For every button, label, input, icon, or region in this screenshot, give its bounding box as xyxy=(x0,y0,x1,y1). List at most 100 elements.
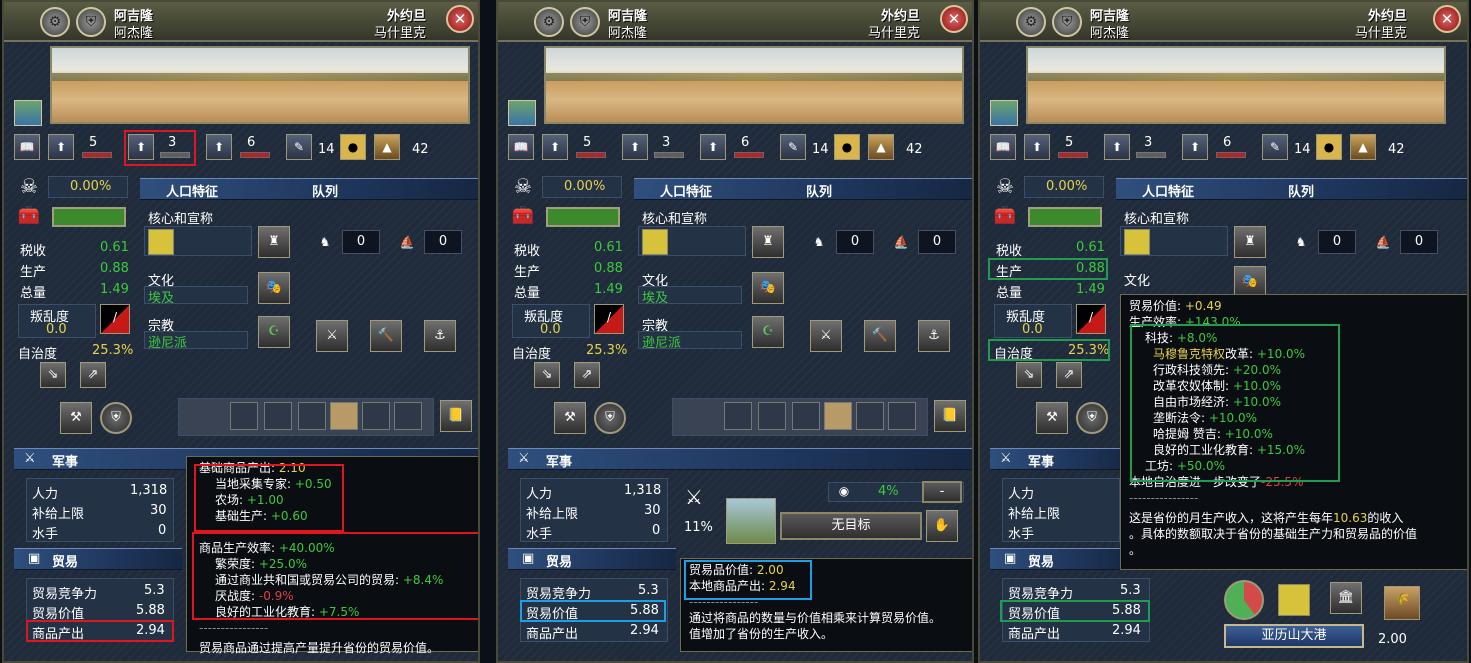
close-icon[interactable]: ✕ xyxy=(1433,5,1461,33)
mil-dev-value: 6 xyxy=(1223,135,1232,150)
tip-value: +8.4% xyxy=(402,573,444,587)
modifier-icon-3[interactable] xyxy=(792,402,820,430)
raze-button[interactable]: ⚒ xyxy=(60,402,92,434)
total-dev-icon[interactable]: ▲ xyxy=(1350,134,1376,160)
trade-flag-icon[interactable] xyxy=(1278,584,1310,616)
modifier-icon-6[interactable] xyxy=(394,402,422,430)
devastation-icon[interactable]: ✎ xyxy=(286,134,312,160)
core-flag-icon[interactable] xyxy=(148,229,174,255)
religion-convert-button[interactable]: ☪ xyxy=(258,316,290,348)
tab-queue[interactable]: 队列 xyxy=(806,181,832,200)
modifier-icon-6[interactable] xyxy=(888,402,916,430)
close-icon[interactable]: ✕ xyxy=(446,5,474,33)
diplo-dev-icon[interactable]: ⬆ xyxy=(128,134,154,160)
culture-convert-button[interactable]: 🎭 xyxy=(752,272,784,304)
defense-icon[interactable]: ⛨ xyxy=(1076,402,1108,434)
tip-text: 良好的工业化教育: xyxy=(1153,443,1257,457)
shield-icon[interactable]: ⛨ xyxy=(570,7,600,37)
modifier-icon-5[interactable] xyxy=(856,402,884,430)
decrease-autonomy-button[interactable]: ⇘ xyxy=(1016,362,1042,388)
defense-icon[interactable]: ⛨ xyxy=(594,402,626,434)
mil-dev-value: 6 xyxy=(741,135,750,150)
recruit-ship-button[interactable]: ⚓ xyxy=(424,320,456,352)
mil-dev-icon[interactable]: ⬆ xyxy=(206,134,232,160)
silhouette-icon[interactable]: ● xyxy=(834,134,860,160)
tab-queue[interactable]: 队列 xyxy=(1288,181,1314,200)
decrease-autonomy-button[interactable]: ⇘ xyxy=(40,362,66,388)
recruit-army-button[interactable]: ⚔ xyxy=(316,320,348,352)
total-dev-icon[interactable]: ▲ xyxy=(374,134,400,160)
modifier-icon-2[interactable] xyxy=(758,402,786,430)
trade-building-button[interactable]: 🏛 xyxy=(1330,582,1362,614)
tab-demographics[interactable]: 人口特征 xyxy=(166,181,218,200)
recruit-ship-button[interactable]: ⚓ xyxy=(918,320,950,352)
revolt-flag-icon[interactable]: / xyxy=(594,304,624,334)
revolt-flag-icon[interactable]: / xyxy=(100,304,130,334)
increase-autonomy-button[interactable]: ⇗ xyxy=(574,362,600,388)
modifier-icon-4[interactable] xyxy=(330,402,358,430)
shield-icon[interactable]: ⛨ xyxy=(1052,7,1082,37)
tip-value: +0.60 xyxy=(270,509,308,523)
cores-action-button[interactable]: ♜ xyxy=(752,226,784,258)
modifier-icon-1[interactable] xyxy=(230,402,258,430)
increase-autonomy-button[interactable]: ⇗ xyxy=(80,362,106,388)
modifier-icon-3[interactable] xyxy=(298,402,326,430)
cores-action-button[interactable]: ♜ xyxy=(1234,226,1266,258)
devastation-icon[interactable]: ✎ xyxy=(1262,134,1288,160)
ledger-button[interactable]: 📒 xyxy=(440,400,472,432)
core-flag-icon[interactable] xyxy=(642,229,668,255)
admin-dev-icon[interactable]: ⬆ xyxy=(1024,134,1050,160)
map-mode-icon[interactable] xyxy=(990,100,1018,126)
close-icon[interactable]: ✕ xyxy=(940,5,968,33)
build-building-button[interactable]: 🔨 xyxy=(864,320,896,352)
trade-power-value: 5.3 xyxy=(144,583,165,598)
trade-pie-icon[interactable] xyxy=(1224,580,1264,620)
religion-convert-button[interactable]: ☪ xyxy=(752,316,784,348)
culture-convert-button[interactable]: 🎭 xyxy=(258,272,290,304)
modifier-icon-1[interactable] xyxy=(724,402,752,430)
diplo-dev-icon[interactable]: ⬆ xyxy=(1104,134,1130,160)
total-dev-icon[interactable]: ▲ xyxy=(868,134,894,160)
macrobuilder-icon[interactable]: ⚙ xyxy=(40,7,70,37)
silhouette-icon[interactable]: ● xyxy=(340,134,366,160)
revolt-flag-icon[interactable]: / xyxy=(1076,304,1106,334)
cores-action-button[interactable]: ♜ xyxy=(258,226,290,258)
book-icon[interactable]: 📖 xyxy=(990,134,1016,160)
trade-node-button[interactable]: 亚历山大港 xyxy=(1224,624,1364,648)
tab-demographics[interactable]: 人口特征 xyxy=(660,181,712,200)
raze-button[interactable]: ⚒ xyxy=(554,402,586,434)
crossed-swords-icon[interactable]: ⚔ xyxy=(678,482,710,514)
goods-produced-value: 2.94 xyxy=(630,623,659,638)
map-mode-icon[interactable] xyxy=(14,100,42,126)
macrobuilder-icon[interactable]: ⚙ xyxy=(1016,7,1046,37)
modifier-icon-5[interactable] xyxy=(362,402,390,430)
admin-dev-icon[interactable]: ⬆ xyxy=(542,134,568,160)
mil-dev-icon[interactable]: ⬆ xyxy=(1182,134,1208,160)
decrease-autonomy-button[interactable]: ⇘ xyxy=(534,362,560,388)
raze-button[interactable]: ⚒ xyxy=(1036,402,1068,434)
increase-autonomy-button[interactable]: ⇗ xyxy=(1056,362,1082,388)
silhouette-icon[interactable]: ● xyxy=(1316,134,1342,160)
mil-dev-icon[interactable]: ⬆ xyxy=(700,134,726,160)
book-icon[interactable]: 📖 xyxy=(508,134,534,160)
defense-icon[interactable]: ⛨ xyxy=(100,402,132,434)
mil-progress-bar xyxy=(1216,152,1246,158)
recruit-army-button[interactable]: ⚔ xyxy=(810,320,842,352)
macrobuilder-icon[interactable]: ⚙ xyxy=(534,7,564,37)
admin-dev-icon[interactable]: ⬆ xyxy=(48,134,74,160)
no-target-button[interactable]: 无目标 xyxy=(780,512,922,540)
core-flag-icon[interactable] xyxy=(1124,229,1150,255)
map-mode-icon[interactable] xyxy=(508,100,536,126)
shield-icon[interactable]: ⛨ xyxy=(76,7,106,37)
tab-demographics[interactable]: 人口特征 xyxy=(1142,181,1194,200)
book-icon[interactable]: 📖 xyxy=(14,134,40,160)
modifier-icon-4[interactable] xyxy=(824,402,852,430)
devastation-icon[interactable]: ✎ xyxy=(780,134,806,160)
build-building-button[interactable]: 🔨 xyxy=(370,320,402,352)
tab-queue[interactable]: 队列 xyxy=(312,181,338,200)
modifier-icon-2[interactable] xyxy=(264,402,292,430)
ledger-button[interactable]: 📒 xyxy=(934,400,966,432)
mission-target-icon[interactable]: ✋ xyxy=(926,510,958,542)
diplo-dev-icon[interactable]: ⬆ xyxy=(622,134,648,160)
fort-dash-button[interactable]: - xyxy=(922,481,962,503)
